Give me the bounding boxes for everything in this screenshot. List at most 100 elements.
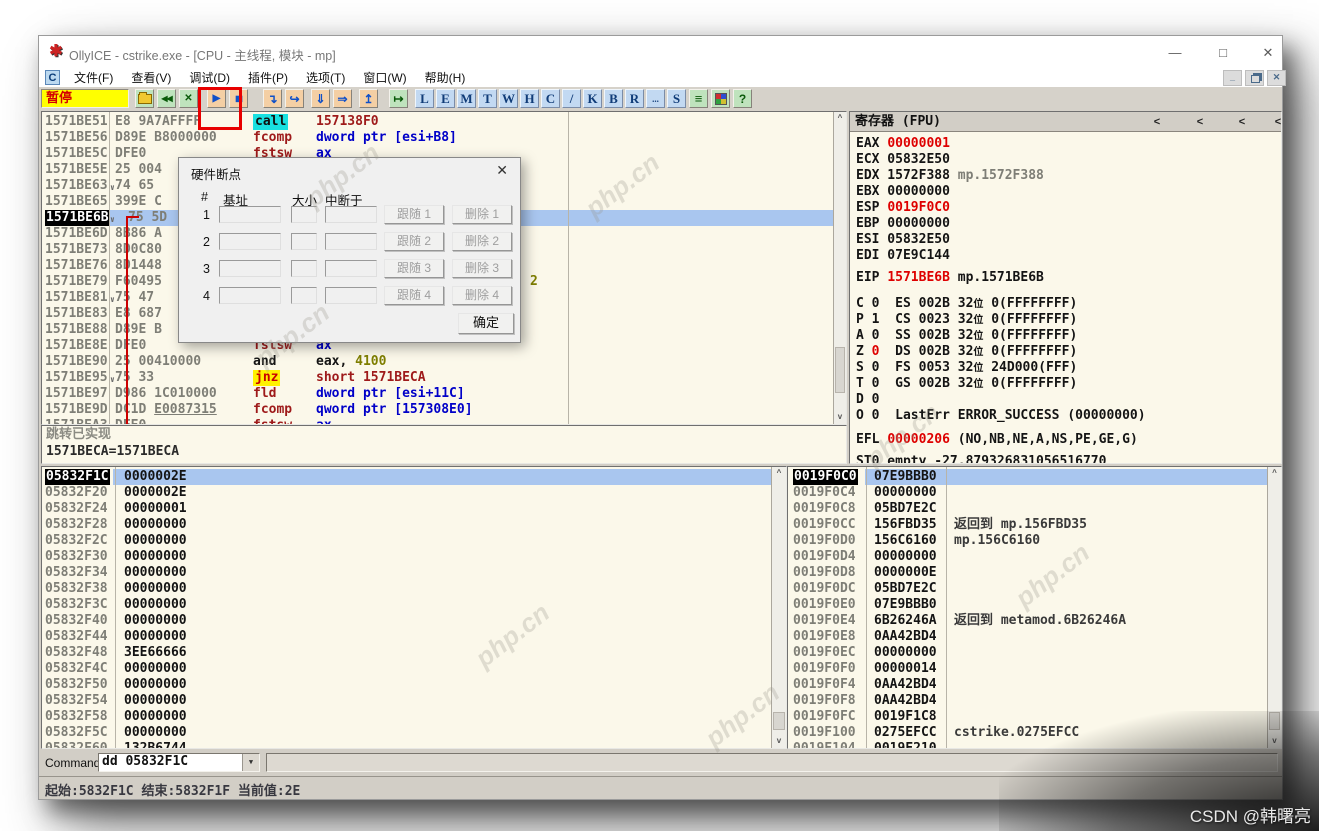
register-line[interactable]: T 0 GS 002B 32位 0(FFFFFFFF) [856, 376, 1077, 393]
bp-size-input-1[interactable] [291, 206, 317, 223]
fpu-tab-chevron-4[interactable]: < [1270, 114, 1282, 130]
dump-row[interactable]: 05832F3000000000 [42, 549, 786, 565]
dump-pane[interactable]: 05832F1C0000002E05832F200000002E05832F24… [41, 466, 787, 749]
toolbar-patches-button[interactable]: / [562, 89, 581, 108]
step-over-button[interactable]: ↪ [285, 89, 304, 108]
register-line[interactable]: D 0 [856, 392, 879, 408]
mdi-minimize-button[interactable]: _ [1223, 70, 1242, 86]
fpu-tab-chevron-3[interactable]: < [1234, 114, 1250, 130]
dialog-close-icon[interactable]: ✕ [496, 162, 508, 179]
help-button[interactable]: ? [733, 89, 752, 108]
appearance-button[interactable] [711, 89, 730, 108]
stack-row[interactable]: 0019F0DC05BD7E2C [788, 581, 1281, 597]
bp-size-input-2[interactable] [291, 233, 317, 250]
menu-view[interactable]: 查看(V) [122, 69, 180, 87]
step-into-button[interactable]: ↴ [263, 89, 282, 108]
stack-row[interactable]: 0019F0F40AA42BD4 [788, 677, 1281, 693]
open-file-button[interactable] [135, 89, 154, 108]
toolbar-breakpoints-button[interactable]: B [604, 89, 623, 108]
ok-button[interactable]: 确定 [458, 313, 514, 334]
scroll-up-icon[interactable]: ^ [772, 467, 786, 480]
dump-row[interactable]: 05832F3400000000 [42, 565, 786, 581]
combo-dropdown-button[interactable]: ▼ [242, 754, 259, 771]
register-line[interactable]: EBP 00000000 [856, 216, 950, 232]
dump-row[interactable]: 05832F4400000000 [42, 629, 786, 645]
stack-row[interactable]: 0019F1000275EFCCcstrike.0275EFCC [788, 725, 1281, 741]
stack-row[interactable]: 0019F0D400000000 [788, 549, 1281, 565]
bp-size-input-4[interactable] [291, 287, 317, 304]
dump-row[interactable]: 05832F2800000000 [42, 517, 786, 533]
scroll-up-icon[interactable]: ^ [834, 112, 846, 125]
bp-base-input-2[interactable] [219, 233, 281, 250]
menu-options[interactable]: 选项(T) [297, 69, 354, 87]
close-program-button[interactable]: ✕ [179, 89, 198, 108]
disasm-scrollbar[interactable]: ^ v [833, 112, 846, 424]
restart-button[interactable]: ◀◀ [157, 89, 176, 108]
trace-over-button[interactable]: ⇒ [333, 89, 352, 108]
toolbar-references-button[interactable]: R [625, 89, 644, 108]
dump-row[interactable]: 05832F2400000001 [42, 501, 786, 517]
bp-break-on-input-4[interactable] [325, 287, 377, 304]
menu-debug[interactable]: 调试(D) [180, 69, 239, 87]
bp-delete-button-2[interactable]: 删除 2 [452, 232, 512, 251]
disasm-row[interactable]: 1571BE51E8 9A7AFFFFcall157138F0 [42, 114, 846, 130]
stack-row[interactable]: 0019F0E007E9BBB0 [788, 597, 1281, 613]
bp-base-input-1[interactable] [219, 206, 281, 223]
fpu-tab-chevron-1[interactable]: < [1149, 114, 1165, 130]
register-line[interactable]: ST0 empty -27.879326831056516770 [856, 454, 1106, 464]
stack-row[interactable]: 0019F0F000000014 [788, 661, 1281, 677]
stack-row[interactable]: 0019F0CC156FBD35返回到 mp.156FBD35 [788, 517, 1281, 533]
scroll-up-icon[interactable]: ^ [1268, 467, 1281, 480]
dump-row[interactable]: 05832F5C00000000 [42, 725, 786, 741]
log-list-button[interactable]: ≡ [689, 89, 708, 108]
stack-row[interactable]: 0019F0E80AA42BD4 [788, 629, 1281, 645]
stack-row[interactable]: 0019F0E46B26246A返回到 metamod.6B26246A [788, 613, 1281, 629]
scrollbar-thumb[interactable] [773, 712, 785, 730]
dump-row[interactable]: 05832F4000000000 [42, 613, 786, 629]
dump-scrollbar[interactable]: ^ v [771, 467, 786, 748]
close-button[interactable]: ✕ [1251, 42, 1285, 64]
register-line[interactable]: ESI 05832E50 [856, 232, 950, 248]
toolbar-memory-button[interactable]: M [457, 89, 476, 108]
toolbar-executables-button[interactable]: E [436, 89, 455, 108]
dump-row[interactable]: 05832F5400000000 [42, 693, 786, 709]
menu-help[interactable]: 帮助(H) [416, 69, 475, 87]
bp-break-on-input-1[interactable] [325, 206, 377, 223]
dump-row[interactable]: 05832F3800000000 [42, 581, 786, 597]
cpu-child-icon[interactable]: C [45, 70, 60, 85]
dump-row[interactable]: 05832F5800000000 [42, 709, 786, 725]
toolbar-callstack-button[interactable]: K [583, 89, 602, 108]
dump-row[interactable]: 05832F5000000000 [42, 677, 786, 693]
stack-row[interactable]: 0019F0F80AA42BD4 [788, 693, 1281, 709]
mdi-restore-button[interactable] [1245, 70, 1264, 86]
toolbar-threads-button[interactable]: T [478, 89, 497, 108]
register-line[interactable]: S 0 FS 0053 32位 24D000(FFF) [856, 360, 1077, 377]
maximize-button[interactable]: □ [1206, 42, 1240, 64]
bp-base-input-4[interactable] [219, 287, 281, 304]
dump-row[interactable]: 05832F3C00000000 [42, 597, 786, 613]
stack-row[interactable]: 0019F0C805BD7E2C [788, 501, 1281, 517]
toolbar-source-button[interactable]: S [667, 89, 686, 108]
dump-row[interactable]: 05832F4C00000000 [42, 661, 786, 677]
disasm-row[interactable]: 1571BEA3DFE0fstswax [42, 418, 846, 425]
stack-row[interactable]: 0019F0D80000000E [788, 565, 1281, 581]
stack-row[interactable]: 0019F0D0156C6160mp.156C6160 [788, 533, 1281, 549]
register-line[interactable]: ESP 0019F0C0 [856, 200, 950, 216]
hardware-breakpoint-dialog[interactable]: 硬件断点 ✕ # 基址 大小 中断于 1跟随 1删除 12跟随 2删除 23跟随… [178, 157, 521, 343]
register-line[interactable]: EBX 00000000 [856, 184, 950, 200]
register-line[interactable]: A 0 SS 002B 32位 0(FFFFFFFF) [856, 328, 1077, 345]
disasm-row[interactable]: 1571BE9DDC1D E0087315fcompqword ptr [157… [42, 402, 846, 418]
register-line[interactable]: Z 0 DS 002B 32位 0(FFFFFFFF) [856, 344, 1077, 361]
menu-file[interactable]: 文件(F) [65, 69, 122, 87]
register-line[interactable]: O 0 LastErr ERROR_SUCCESS (00000000) [856, 408, 1146, 424]
toolbar-cpu-button[interactable]: C [541, 89, 560, 108]
register-line[interactable]: EDI 07E9C144 [856, 248, 950, 264]
stack-scrollbar[interactable]: ^ v [1267, 467, 1281, 748]
fpu-tab-chevron-2[interactable]: < [1192, 114, 1208, 130]
animate-button[interactable]: ↥ [359, 89, 378, 108]
stack-row[interactable]: 0019F0EC00000000 [788, 645, 1281, 661]
dump-row[interactable]: 05832F200000002E [42, 485, 786, 501]
title-bar[interactable]: ✱ OllyICE - cstrike.exe - [CPU - 主线程, 模块… [39, 36, 1282, 69]
register-line[interactable]: EFL 00000206 (NO,NB,NE,A,NS,PE,GE,G) [856, 432, 1138, 448]
bp-follow-button-1[interactable]: 跟随 1 [384, 205, 444, 224]
